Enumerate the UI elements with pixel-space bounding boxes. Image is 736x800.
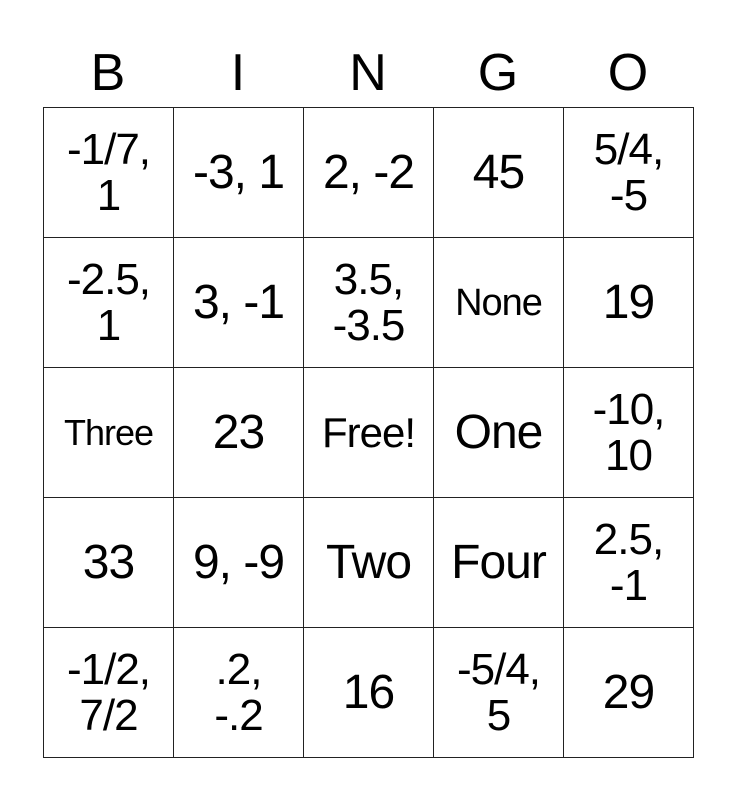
bingo-cell[interactable]: .2, -.2	[174, 628, 304, 758]
header-letter-n: N	[349, 44, 387, 102]
bingo-cell[interactable]: -2.5, 1	[44, 238, 174, 368]
bingo-cell[interactable]: 45	[434, 108, 564, 238]
bingo-cell[interactable]: 33	[44, 498, 174, 628]
bingo-cell[interactable]: -3, 1	[174, 108, 304, 238]
bingo-cell[interactable]: 9, -9	[174, 498, 304, 628]
bingo-cell[interactable]: -1/2, 7/2	[44, 628, 174, 758]
bingo-cell[interactable]: 3, -1	[174, 238, 304, 368]
bingo-cell[interactable]: 29	[564, 628, 694, 758]
header-letter-b: B	[90, 44, 126, 102]
header-letter-o: O	[607, 44, 649, 102]
bingo-cell[interactable]: -5/4, 5	[434, 628, 564, 758]
bingo-cell[interactable]: Four	[434, 498, 564, 628]
bingo-cell[interactable]: 23	[174, 368, 304, 498]
bingo-cell[interactable]: 19	[564, 238, 694, 368]
bingo-cell[interactable]: 16	[304, 628, 434, 758]
bingo-cell[interactable]: 3.5, -3.5	[304, 238, 434, 368]
bingo-cell[interactable]: Two	[304, 498, 434, 628]
bingo-cell[interactable]: 2.5, -1	[564, 498, 694, 628]
bingo-cell[interactable]: One	[434, 368, 564, 498]
bingo-cell[interactable]: None	[434, 238, 564, 368]
header-letter-g: G	[477, 44, 519, 102]
bingo-cell[interactable]: 2, -2	[304, 108, 434, 238]
bingo-cell[interactable]: 5/4, -5	[564, 108, 694, 238]
bingo-header: B I N G O	[43, 40, 694, 106]
bingo-cell[interactable]: Three	[44, 368, 174, 498]
bingo-grid: -1/7, 1 -3, 1 2, -2 45 5/4, -5 -2.5, 1 3…	[43, 107, 694, 758]
header-letter-i: I	[230, 44, 246, 102]
bingo-cell[interactable]: -10, 10	[564, 368, 694, 498]
free-space-cell[interactable]: Free!	[304, 368, 434, 498]
bingo-cell[interactable]: -1/7, 1	[44, 108, 174, 238]
